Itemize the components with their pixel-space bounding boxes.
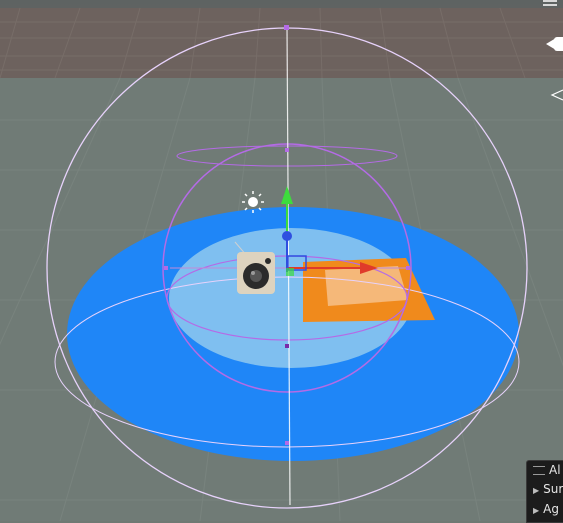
expand-arrow-icon[interactable]: ▶	[533, 506, 539, 515]
expand-arrow-icon[interactable]: ▶	[533, 486, 539, 495]
overlay-panel-header[interactable]: Al	[527, 461, 563, 479]
overlay-panel[interactable]: Al ▶ Sur ▶ Ag	[526, 460, 563, 523]
overlay-item-label: Sur	[543, 482, 563, 496]
plane-highlight	[325, 266, 408, 306]
menu-icon[interactable]	[543, 0, 557, 8]
overlay-item[interactable]: ▶ Ag	[527, 499, 563, 519]
axis-z-knob	[282, 231, 292, 241]
far-ground-band	[0, 8, 563, 78]
overlay-item[interactable]: ▶ Sur	[527, 479, 563, 499]
scene-canvas[interactable]	[0, 0, 563, 521]
overlay-item-label: Ag	[543, 502, 559, 516]
center-handle	[286, 268, 294, 276]
scene-viewport[interactable]: Al ▶ Sur ▶ Ag	[0, 0, 563, 523]
drag-grip-icon[interactable]	[533, 466, 545, 475]
overlay-panel-title: Al	[549, 463, 561, 477]
